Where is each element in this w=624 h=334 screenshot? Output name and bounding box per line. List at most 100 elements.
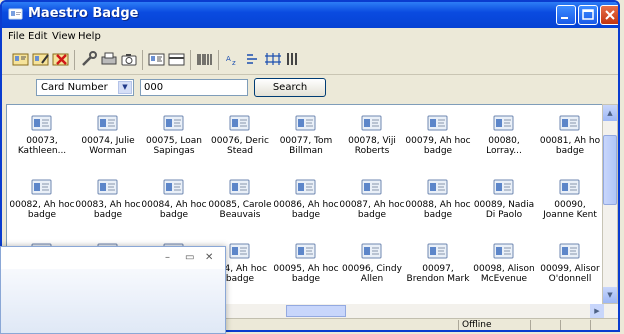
badge-item-line1: 00098, Alison [473,264,535,274]
badge-item[interactable]: 00079, Ah hoc badge [405,113,471,156]
badge-item-line2: Beauvais [219,210,261,220]
scroll-down-icon[interactable]: ▼ [603,287,617,303]
maximize-button[interactable] [578,5,598,25]
badge-item[interactable]: 00078, Viji Roberts [339,113,405,156]
search-bar: Card Number ▼ 000 Search [2,74,618,104]
badge-item-line2: Allen [360,274,384,284]
badge-card-icon [493,243,514,259]
menu-view[interactable]: View [52,31,76,42]
badge-item-line2: Di Paolo [485,210,523,220]
search-field-value: Card Number [41,82,108,93]
badge-item[interactable]: 00087, Ah hoc badge [339,177,405,220]
overlay-window[interactable]: – ▭ ✕ [0,246,226,334]
hscroll-thumb[interactable] [286,305,346,317]
sort-icon[interactable]: Az [224,51,242,67]
badge-item-line1: 00084, Ah hoc [141,200,207,210]
title-bar[interactable]: Maestro Badge [2,2,618,28]
print-icon[interactable] [100,51,118,67]
badge-item[interactable]: 00077, Tom Billman [273,113,339,156]
badge-card-icon [427,115,448,131]
chevron-down-icon[interactable]: ▼ [118,81,132,94]
status-panel [590,320,618,330]
badge-item-line2: badge [357,210,387,220]
badge-card-icon [97,179,118,195]
badge-item[interactable]: 00099, Alisor O'donnell [537,241,603,284]
overlay-maximize-button[interactable]: ▭ [185,252,194,263]
new-badge-icon[interactable] [12,51,30,67]
badge-item-line1: 00074, Julie [81,136,135,146]
search-input[interactable]: 000 [140,79,248,96]
overlay-minimize-button[interactable]: – [165,252,170,263]
scroll-thumb[interactable] [603,135,617,205]
badge-item-line1: 00087, Ah hoc [339,200,405,210]
badge-item[interactable]: 00098, Alison McEvenue [471,241,537,284]
edit-badge-icon[interactable] [32,51,50,67]
badge-item-line2: Roberts [354,146,390,156]
badge-item-line1: 00097, [422,264,454,274]
badge-item-line1: 00080, [488,136,520,146]
minimize-button[interactable] [556,5,576,25]
badge-item[interactable]: 00082, Ah hoc badge [9,177,75,220]
menu-bar: File Edit View Help [2,28,618,46]
overlay-close-button[interactable]: ✕ [205,252,213,263]
badge-card-icon [97,115,118,131]
card-back-icon[interactable] [168,51,186,67]
barcode-icon[interactable] [196,51,214,67]
badge-item-line2: O'donnell [548,274,592,284]
filter-icon[interactable] [244,51,262,67]
badge-item[interactable]: 00083, Ah hoc badge [75,177,141,220]
menu-edit[interactable]: Edit [28,31,47,42]
close-button[interactable] [600,5,618,25]
badge-item[interactable]: 00076, Deric Stead [207,113,273,156]
search-field-select[interactable]: Card Number ▼ [36,79,134,96]
badge-item[interactable]: 00080, Lorray... [471,113,537,156]
details-view-icon[interactable] [284,51,302,67]
badge-item-line1: 00096, Cindy [342,264,402,274]
badge-card-icon [295,243,316,259]
badge-item-line2: Stead [226,146,253,156]
badge-item[interactable]: 00073, Kathleen... [9,113,75,156]
menu-file[interactable]: File [8,31,25,42]
badge-item[interactable]: 00095, Ah hoc badge [273,241,339,284]
vertical-scrollbar[interactable]: ▲ ▼ [602,104,618,304]
badge-item-line2: badge [159,210,189,220]
badge-item[interactable]: 00097, Brendon Mark [405,241,471,284]
badge-item[interactable]: 00090, Joanne Kent [537,177,603,220]
badge-card-icon [229,179,250,195]
camera-icon[interactable] [120,51,138,67]
badge-card-icon [295,179,316,195]
badge-item[interactable]: 00074, Julie Worman [75,113,141,156]
scroll-up-icon[interactable]: ▲ [603,105,617,121]
scroll-right-icon[interactable]: ▶ [590,304,604,318]
badge-item[interactable]: 00086, Ah hoc badge [273,177,339,220]
badge-item[interactable]: 00088, Ah hoc badge [405,177,471,220]
badge-card-icon [163,115,184,131]
badge-item-line2: Billman [289,146,323,156]
card-front-icon[interactable] [148,51,166,67]
menu-help[interactable]: Help [78,31,101,42]
badge-item[interactable]: 00084, Ah hoc badge [141,177,207,220]
maximize-icon [582,9,594,20]
tools-icon[interactable] [80,51,98,67]
badge-card-icon [427,179,448,195]
badge-item-line2: badge [291,210,321,220]
badge-item[interactable]: 00081, Ah ho badge [537,113,603,156]
overlay-title-bar[interactable]: – ▭ ✕ [1,247,225,269]
badge-item[interactable]: 00096, Cindy Allen [339,241,405,284]
badge-item[interactable]: 00085, Carole Beauvais [207,177,273,220]
search-button[interactable]: Search [254,78,326,97]
svg-text:z: z [232,59,236,67]
app-icon [8,8,23,20]
delete-badge-icon[interactable] [52,51,70,67]
badge-item-line1: 00099, Alisor [540,264,600,274]
badge-item[interactable]: 00089, Nadia Di Paolo [471,177,537,220]
badge-card-icon [229,115,250,131]
badge-item-line1: 00090, [554,200,586,210]
badge-card-icon [493,115,514,131]
badge-item[interactable]: 00075, Loan Sapingas [141,113,207,156]
badge-item-line2: Kathleen... [17,146,67,156]
grid-view-icon[interactable] [264,51,282,67]
badge-item-line2: badge [93,210,123,220]
badge-card-icon [361,179,382,195]
status-connection: Offline [458,320,530,330]
